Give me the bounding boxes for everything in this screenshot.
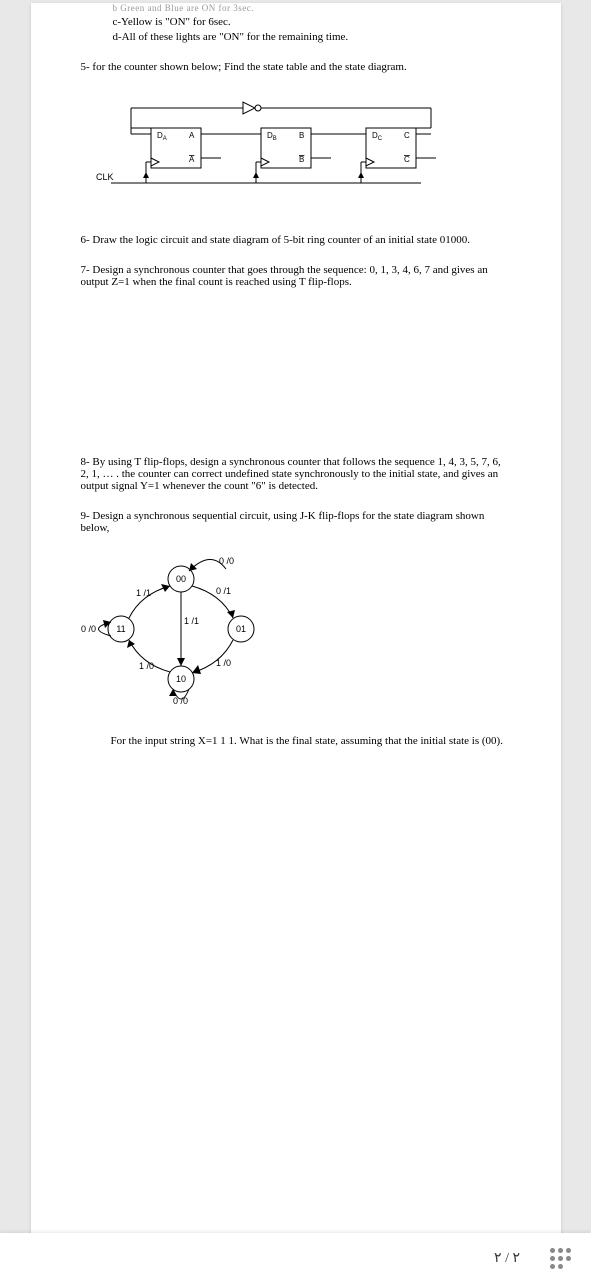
document-page: b Green and Blue are ON for 3sec. c-Yell… [31,3,561,1233]
svg-text:CLK: CLK [96,172,114,182]
question-9: 9- Design a synchronous sequential circu… [81,510,511,534]
svg-text:10: 10 [175,674,185,684]
svg-text:B: B [299,131,304,140]
svg-text:A: A [189,131,195,140]
section-gap [81,298,511,438]
svg-text:01: 01 [235,624,245,634]
footer-toolbar: ٢ / ٢ [0,1233,591,1283]
svg-text:B: B [299,155,304,164]
question-5: 5- for the counter shown below; Find the… [81,61,511,73]
question-7: 7- Design a synchronous counter that goe… [81,264,511,288]
item-c: c-Yellow is "ON" for 6sec. [81,16,511,28]
svg-text:1 /1: 1 /1 [136,588,151,598]
page-indicator: ٢ / ٢ [494,1250,520,1267]
svg-text:1 /0: 1 /0 [139,661,154,671]
circuit-diagram: DA A A DB B B DC C C [81,83,511,216]
svg-text:11: 11 [116,624,125,634]
svg-text:C: C [404,155,410,164]
svg-text:0 /0: 0 /0 [173,696,188,704]
svg-text:0 /0: 0 /0 [81,624,96,634]
question-8: 8- By using T flip-flops, design a synch… [81,456,511,492]
svg-text:0 /0: 0 /0 [219,556,234,566]
svg-text:C: C [404,131,410,140]
svg-text:A: A [189,155,195,164]
question-6: 6- Draw the logic circuit and state diag… [81,234,511,246]
question-9-final: For the input string X=1 1 1. What is th… [81,735,511,747]
svg-text:1 /1: 1 /1 [184,616,199,626]
svg-text:00: 00 [175,574,185,584]
menu-icon[interactable] [550,1248,571,1269]
item-d: d-All of these lights are "ON" for the r… [81,31,511,43]
svg-text:1 /0: 1 /0 [216,658,231,668]
svg-text:0 /1: 0 /1 [216,586,231,596]
partial-text: b Green and Blue are ON for 3sec. [81,3,511,13]
state-diagram: 00 01 10 11 0 /1 1 /0 1 /0 1 /1 [81,544,511,717]
